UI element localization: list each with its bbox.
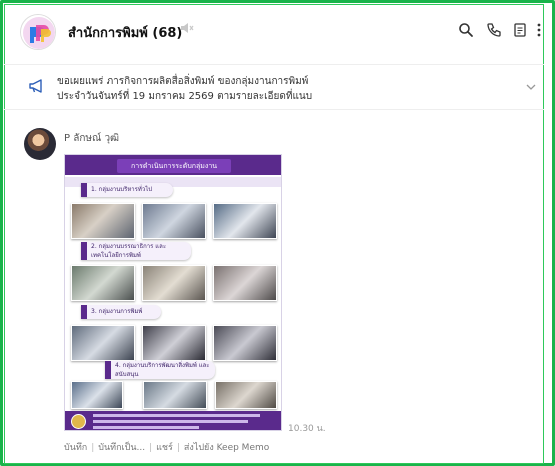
poster-photo: [71, 381, 123, 409]
poster-image[interactable]: การดำเนินการระดับกลุ่มงาน 1. กลุ่มงานบริ…: [64, 154, 282, 431]
poster-photo: [213, 203, 277, 239]
save-link[interactable]: บันทึก: [64, 443, 87, 453]
poster-section-2: 2. กลุ่มงานบรรณาธิการ และเทคโนโลยีการพิม…: [81, 242, 191, 260]
announcement-banner[interactable]: ขอเผยแพร่ ภารกิจการผลิตสื่อสิ่งพิมพ์ ของ…: [4, 64, 544, 110]
announcement-line-2: ประจำวันจันทร์ที่ 19 มกราคม 2569 ตามรายล…: [57, 91, 313, 102]
separator: |: [149, 443, 153, 453]
poster-photo: [143, 381, 207, 409]
announcement-line-1: ขอเผยแพร่ ภารกิจการผลิตสื่อสิ่งพิมพ์ ของ…: [57, 76, 309, 87]
poster-section-4: 4. กลุ่มงานบริการพัฒนาสิ่งพิมพ์ และสนับส…: [105, 361, 215, 379]
megaphone-icon: [28, 77, 46, 95]
poster-section-3: 3. กลุ่มงานการพิมพ์: [81, 305, 161, 319]
keep-memo-link[interactable]: ส่งไปยัง Keep Memo: [184, 443, 269, 453]
chat-title[interactable]: สำนักการพิมพ์ (68): [68, 22, 182, 43]
seal-icon: [71, 414, 86, 429]
poster-photo: [71, 265, 135, 301]
poster-photo: [142, 265, 206, 301]
sender-avatar[interactable]: [24, 128, 56, 160]
sender-name: P ลักษณ์ วุฒิ: [64, 133, 120, 144]
more-vertical-icon[interactable]: [535, 22, 543, 38]
message-actions: บันทึก | บันทึกเป็น... | แชร์ | ส่งไปยัง Keep …: [64, 440, 269, 454]
poster-photo: [213, 265, 277, 301]
poster-photo: [142, 203, 206, 239]
poster-footer: [65, 411, 281, 430]
group-avatar[interactable]: [20, 14, 56, 50]
poster-photo: [142, 325, 206, 361]
poster-header: การดำเนินการระดับกลุ่มงาน: [65, 155, 281, 175]
poster-title: การดำเนินการระดับกลุ่มงาน: [117, 159, 231, 173]
speaker-muted-icon: [180, 22, 194, 37]
separator: |: [91, 443, 95, 453]
notes-icon[interactable]: [512, 22, 528, 38]
poster-footer-text: [93, 414, 269, 429]
chevron-down-icon[interactable]: [524, 79, 538, 93]
share-link[interactable]: แชร์: [156, 443, 173, 453]
separator: |: [176, 443, 180, 453]
phone-icon[interactable]: [486, 22, 502, 38]
poster-photo: [71, 325, 135, 361]
poster-section-1: 1. กลุ่มงานบริหารทั่วไป: [81, 183, 173, 197]
poster-photo: [215, 381, 277, 409]
poster-photo: [213, 325, 277, 361]
search-icon[interactable]: [458, 22, 474, 38]
poster-photo: [71, 203, 135, 239]
message-time: 10.30 น.: [288, 424, 326, 434]
save-as-link[interactable]: บันทึกเป็น...: [98, 443, 145, 453]
